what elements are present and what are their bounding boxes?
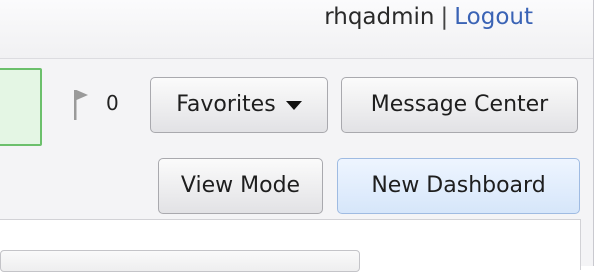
favorites-button[interactable]: Favorites (150, 77, 328, 133)
logout-link[interactable]: Logout (454, 4, 533, 30)
view-mode-label: View Mode (180, 173, 301, 198)
message-center-label: Message Center (370, 92, 549, 117)
portlet-header (0, 250, 360, 272)
new-dashboard-label: New Dashboard (371, 173, 546, 198)
active-tab[interactable] (0, 68, 42, 146)
header-separator: | (440, 4, 449, 30)
header-bar: rhqadmin | Logout (0, 0, 593, 59)
favorites-label: Favorites (176, 92, 276, 117)
username-label: rhqadmin (324, 4, 435, 30)
view-mode-button[interactable]: View Mode (158, 158, 323, 214)
user-area: rhqadmin | Logout (324, 3, 533, 31)
message-center-button[interactable]: Message Center (341, 77, 578, 133)
chevron-down-icon (285, 100, 302, 110)
alert-count: 0 (106, 91, 119, 115)
new-dashboard-button[interactable]: New Dashboard (337, 158, 580, 214)
flag-icon[interactable] (73, 88, 89, 122)
app-frame: rhqadmin | Logout 0 Favorites Message Cent… (0, 0, 594, 272)
